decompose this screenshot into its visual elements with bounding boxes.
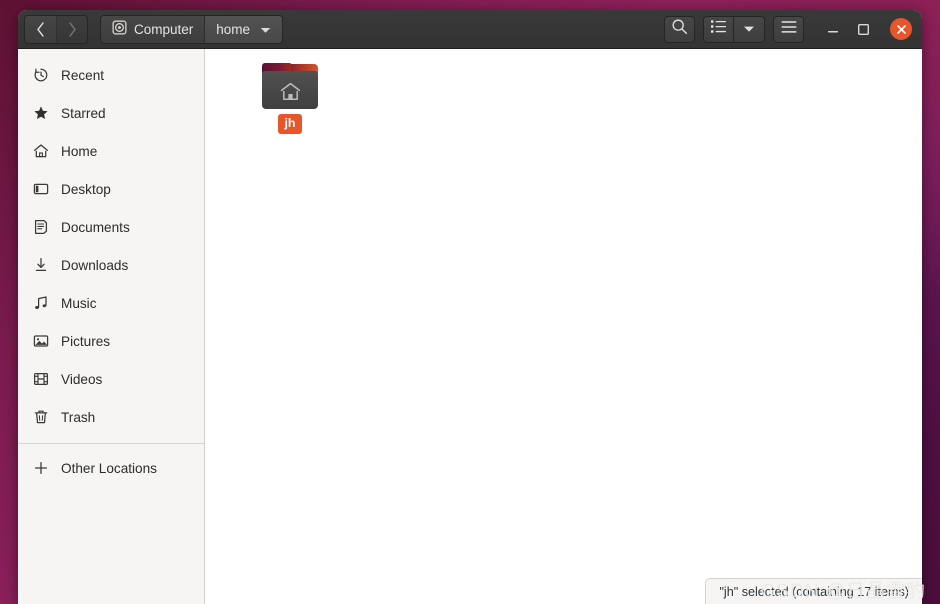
maximize-button[interactable] [848,14,878,44]
home-folder-icon [262,63,318,109]
sidebar-item-label: Home [61,143,98,159]
sidebar-item-label: Starred [61,105,106,121]
close-button[interactable] [890,18,912,40]
window-controls [818,14,914,44]
sidebar-item-pictures[interactable]: Pictures [18,322,204,360]
sidebar-item-label: Documents [61,219,130,235]
sidebar-item-label: Trash [61,409,96,425]
hamburger-menu-icon [780,20,798,39]
file-item-jh[interactable]: jh [247,63,333,134]
breadcrumb-item-home[interactable]: home [204,15,283,43]
status-text: "jh" selected (containing 17 items) [719,584,909,599]
house-glyph-icon [280,82,301,106]
home-icon [32,143,49,160]
back-button[interactable] [25,15,56,43]
sidebar-item-label: Pictures [61,333,111,349]
sidebar-item-label: Other Locations [61,460,157,476]
breadcrumb-label: home [216,21,251,37]
navigation-buttons [24,14,88,44]
search-button[interactable] [664,15,695,43]
chevron-down-icon [260,22,271,37]
download-icon [32,257,49,274]
forward-button[interactable] [56,15,87,43]
status-bar: "jh" selected (containing 17 items) [705,578,922,604]
document-icon [32,219,49,236]
sidebar-item-label: Downloads [61,257,129,273]
file-item-label: jh [278,114,302,134]
view-options-button[interactable] [734,15,765,43]
star-icon [32,105,49,122]
list-view-icon [710,19,727,39]
sidebar-item-videos[interactable]: Videos [18,360,204,398]
files-window: Computer home Recent Starred Home Deskto… [18,10,922,604]
sidebar-item-label: Music [61,295,97,311]
sidebar-item-other-locations[interactable]: Other Locations [18,449,204,487]
music-note-icon [32,295,49,312]
sidebar-item-documents[interactable]: Documents [18,208,204,246]
chevron-down-icon [743,20,755,38]
window-body: Recent Starred Home Desktop Documents Do… [18,49,922,604]
film-icon [32,371,49,388]
menu-button[interactable] [773,15,804,43]
sidebar-separator [18,443,204,444]
headerbar-right-group [664,14,914,44]
sidebar-item-label: Desktop [61,181,111,197]
minimize-button[interactable] [818,14,848,44]
breadcrumb-label: Computer [134,21,194,37]
plus-icon [32,460,49,477]
picture-icon [32,333,49,350]
sidebar-item-recent[interactable]: Recent [18,56,204,94]
window-headerbar: Computer home [18,10,922,49]
sidebar-item-downloads[interactable]: Downloads [18,246,204,284]
sidebar-item-label: Videos [61,371,103,387]
desktop-icon [32,181,49,198]
search-icon [671,18,688,40]
breadcrumb: Computer home [100,14,284,44]
clock-icon [32,67,49,84]
view-list-button[interactable] [703,15,734,43]
sidebar: Recent Starred Home Desktop Documents Do… [18,49,205,604]
sidebar-item-trash[interactable]: Trash [18,398,204,436]
sidebar-item-music[interactable]: Music [18,284,204,322]
trash-icon [32,409,49,426]
sidebar-item-home[interactable]: Home [18,132,204,170]
sidebar-item-starred[interactable]: Starred [18,94,204,132]
breadcrumb-item-computer[interactable]: Computer [101,15,205,43]
disk-icon [112,20,127,38]
headerbar-left-group: Computer home [24,14,284,44]
sidebar-item-label: Recent [61,67,105,83]
sidebar-item-desktop[interactable]: Desktop [18,170,204,208]
file-view[interactable]: jh "jh" selected (containing 17 items) [205,49,922,604]
